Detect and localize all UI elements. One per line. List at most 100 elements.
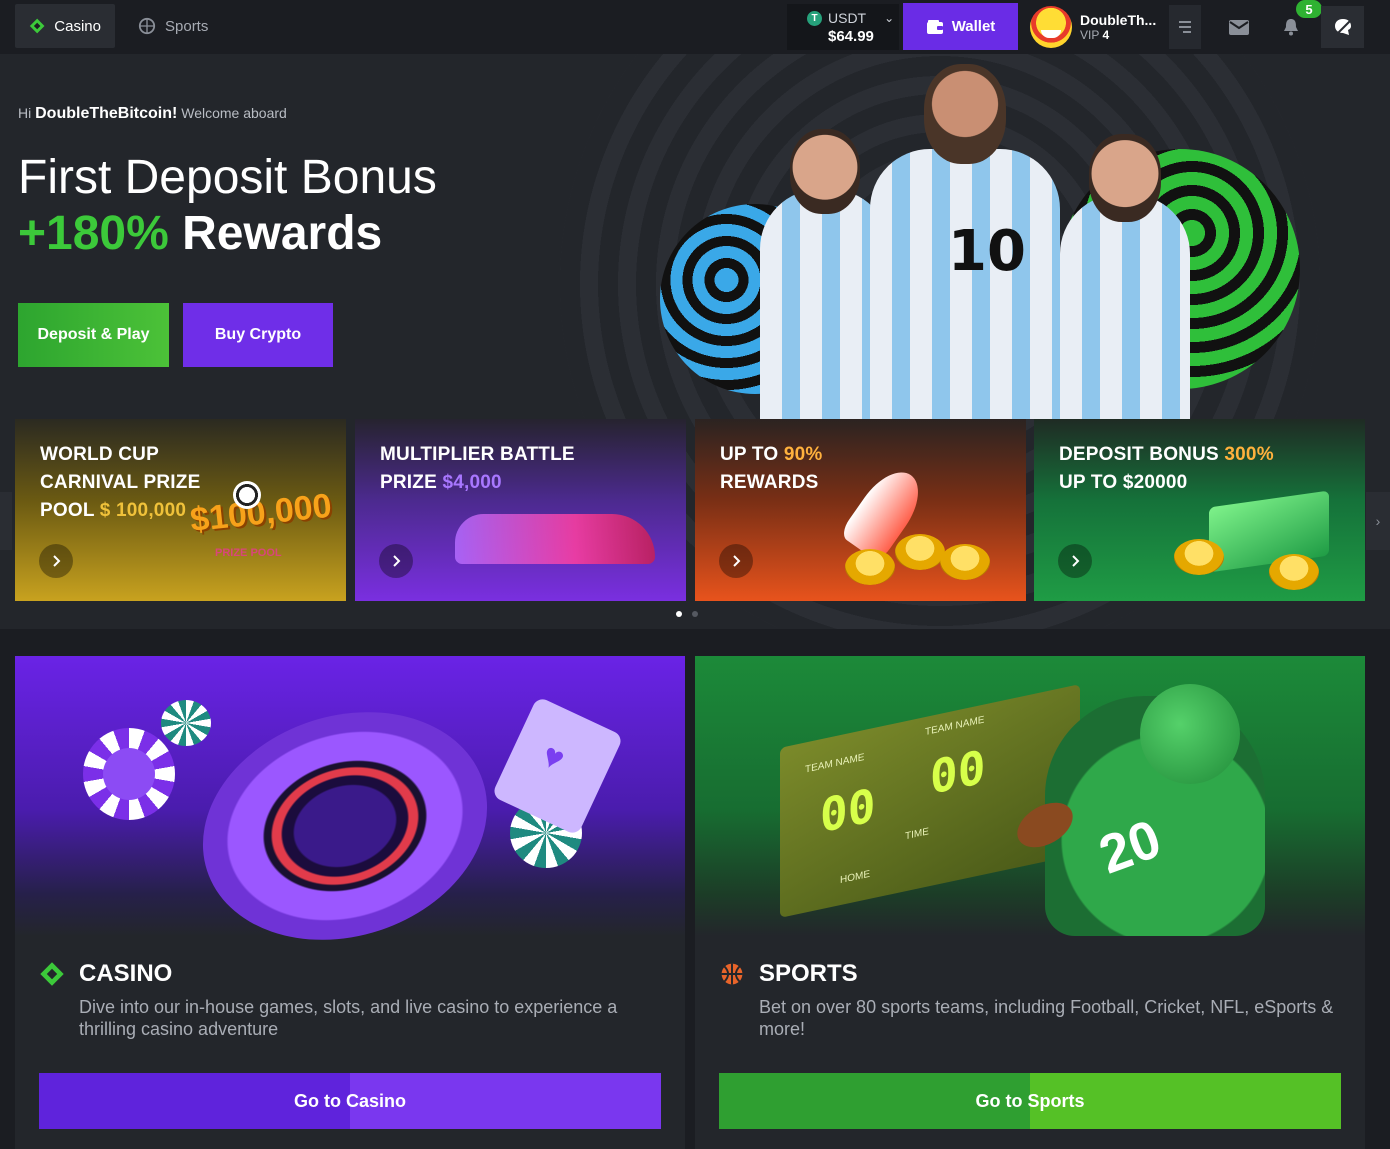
helmet-icon	[1140, 684, 1240, 784]
hero-title: First Deposit Bonus	[18, 151, 437, 204]
balance-amount: $64.99	[828, 28, 874, 45]
sports-section-title: SPORTS	[759, 960, 858, 987]
go-to-sports-button[interactable]: Go to Sports	[719, 1073, 1341, 1129]
team-name-label: TEAM NAME	[805, 751, 865, 776]
promo-amount: 300%	[1224, 444, 1274, 465]
bonus-word: Rewards	[182, 207, 383, 260]
team-name-label: TEAM NAME	[925, 714, 985, 739]
ace-card-icon: ♥	[491, 696, 624, 836]
promo-line: WORLD CUP	[40, 444, 159, 465]
casino-section-title: CASINO	[79, 960, 173, 987]
buy-crypto-button[interactable]: Buy Crypto	[183, 303, 333, 367]
vip-level: VIP 4	[1080, 28, 1156, 42]
mail-icon	[1229, 19, 1249, 35]
time-label: TIME	[905, 826, 929, 843]
nav-tab-casino-label: Casino	[54, 17, 101, 35]
nav-tab-sports-label: Sports	[165, 17, 209, 35]
scoreboard-graphic: TEAM NAME TEAM NAME 00 00 TIME HOME	[780, 684, 1080, 918]
sports-banner: TEAM NAME TEAM NAME 00 00 TIME HOME 20	[695, 656, 1365, 936]
chevron-right-icon: ›	[1375, 513, 1381, 529]
avatar	[1030, 6, 1072, 48]
player-image-right	[1060, 134, 1190, 419]
balance-selector[interactable]: T USDT ⌄ $64.99	[787, 4, 899, 50]
club-chip-center	[103, 748, 155, 800]
greeting-name: DoubleTheBitcoin!	[35, 105, 178, 122]
promo-line: DEPOSIT BONUS	[1059, 444, 1219, 465]
coin-icon	[895, 534, 945, 570]
promo-amount: $ 100,000	[99, 500, 187, 521]
user-profile[interactable]: DoubleTh... VIP 4	[1025, 2, 1171, 52]
sports-ball-icon	[138, 17, 156, 35]
promo-line: CARNIVAL PRIZE	[40, 472, 201, 493]
soccer-ball-icon	[233, 481, 261, 509]
wallet-label: Wallet	[951, 18, 996, 35]
sports-section-description: Bet on over 80 sports teams, including F…	[759, 997, 1334, 1039]
promo-line: REWARDS	[720, 472, 819, 493]
carousel-dots	[676, 611, 698, 617]
casino-diamond-icon	[29, 18, 45, 34]
chevron-right-icon	[393, 555, 401, 567]
chat-icon	[1334, 19, 1351, 35]
carousel-dot[interactable]	[692, 611, 698, 617]
username: DoubleTh...	[1080, 12, 1157, 28]
menu-icon	[1179, 21, 1191, 33]
promo-line: MULTIPLIER BATTLE	[380, 444, 575, 465]
casino-chip-icon	[161, 700, 211, 746]
promo-card-world-cup[interactable]: WORLD CUP CARNIVAL PRIZE POOL $ 100,000 …	[15, 419, 346, 601]
notification-badge: 5	[1296, 0, 1322, 18]
player-image-center: 10	[870, 64, 1060, 419]
carousel-next[interactable]: ›	[1366, 492, 1390, 550]
mail-button[interactable]	[1222, 5, 1256, 49]
promo-card-deposit-bonus[interactable]: DEPOSIT BONUS 300% UP TO $20000	[1034, 419, 1365, 601]
go-to-casino-button[interactable]: Go to Casino	[39, 1073, 661, 1129]
promo-go-button[interactable]	[719, 544, 753, 578]
promo-line: POOL	[40, 500, 95, 521]
promo-amount: $4,000	[442, 472, 502, 493]
roulette-wheel-icon	[173, 676, 517, 976]
promo-line: PRIZE	[380, 472, 437, 493]
promo-go-button[interactable]	[39, 544, 73, 578]
vip-number: 4	[1102, 28, 1110, 42]
score-digits: 00	[930, 739, 986, 805]
promo-go-button[interactable]	[1058, 544, 1092, 578]
home-label: HOME	[840, 868, 870, 887]
deposit-play-button[interactable]: Deposit & Play	[18, 303, 169, 367]
promo-amount: 90%	[783, 444, 823, 465]
greeting: Hi DoubleTheBitcoin! Welcome aboard	[18, 105, 287, 123]
usdt-coin-icon: T	[807, 10, 822, 26]
prize-pool-label: PRIZE POOL	[215, 547, 282, 559]
hero-banner: Hi DoubleTheBitcoin! Welcome aboard Firs…	[0, 54, 1390, 629]
coin-icon	[1269, 554, 1319, 590]
score-digits: 00	[820, 777, 876, 844]
nav-tab-casino[interactable]: Casino	[15, 4, 115, 48]
coin-icon	[845, 549, 895, 585]
coin-icon	[940, 544, 990, 580]
sports-ball-icon	[721, 963, 743, 985]
casino-section: ♥ CASINO Dive into our in-house games, s…	[15, 656, 685, 1149]
promo-go-button[interactable]	[379, 544, 413, 578]
chevron-down-icon: ⌄	[884, 11, 895, 25]
race-car-icon	[455, 514, 655, 564]
coin-icon	[1174, 539, 1224, 575]
menu-button[interactable]	[1169, 5, 1201, 49]
greeting-suffix: Welcome aboard	[181, 105, 287, 121]
jersey-number: 10	[948, 219, 1026, 284]
carousel-prev[interactable]	[0, 492, 12, 550]
athlete-number: 20	[1091, 808, 1169, 886]
bonus-percent: +180%	[18, 207, 169, 260]
sports-section: TEAM NAME TEAM NAME 00 00 TIME HOME 20 S…	[695, 656, 1365, 1149]
top-navigation: Casino Sports T USDT ⌄ $64.99 Wallet Dou…	[0, 0, 1390, 54]
casino-section-description: Dive into our in-house games, slots, and…	[79, 997, 618, 1039]
chevron-right-icon	[733, 555, 741, 567]
chevron-right-icon	[1072, 555, 1080, 567]
promo-card-rewards[interactable]: UP TO 90% REWARDS	[695, 419, 1026, 601]
nav-tab-sports[interactable]: Sports	[124, 4, 224, 48]
wallet-button[interactable]: Wallet	[903, 3, 1018, 50]
promo-card-multiplier[interactable]: MULTIPLIER BATTLE PRIZE $4,000	[355, 419, 686, 601]
wallet-icon	[926, 19, 943, 34]
greeting-hi: Hi	[18, 105, 32, 121]
carousel-dot-active[interactable]	[676, 611, 682, 617]
chat-button[interactable]	[1321, 6, 1364, 48]
casino-diamond-icon	[40, 962, 64, 986]
promo-line: UP TO	[720, 444, 779, 465]
